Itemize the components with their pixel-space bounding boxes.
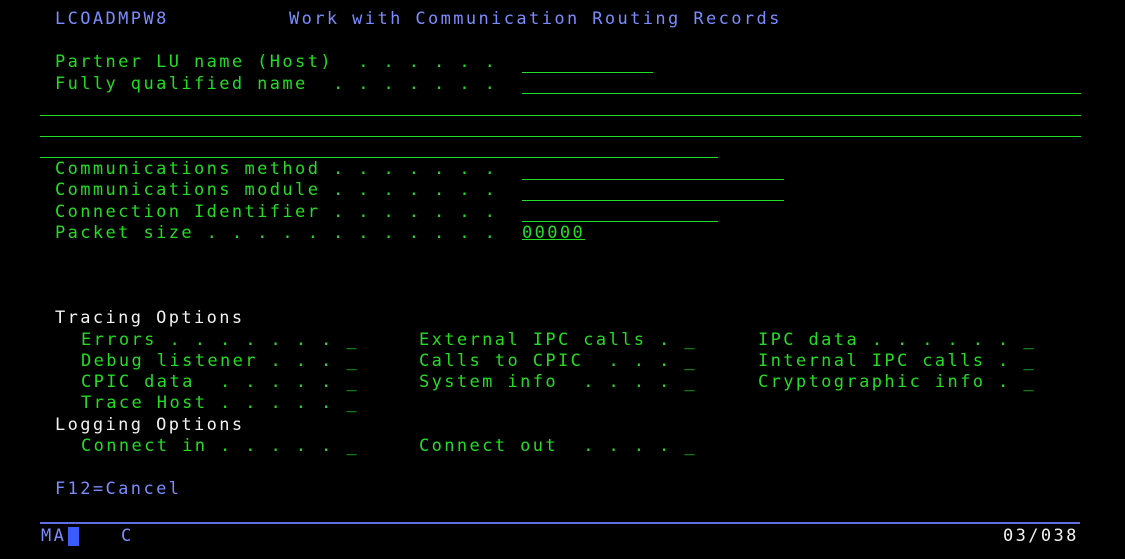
trace-crypto-info-option[interactable]: Cryptographic info . _ [758, 372, 1036, 393]
connection-id-underline [522, 221, 718, 222]
cursor-position: 03/038 [1003, 526, 1079, 546]
log-connect-out-option[interactable]: Connect out . . . . _ [419, 436, 697, 457]
partner-lu-label: Partner LU name (Host) . . . . . . [55, 52, 498, 72]
trace-host-option[interactable]: Trace Host . . . . . _ [81, 393, 359, 414]
trace-system-info-option[interactable]: System info . . . . _ [419, 372, 697, 393]
packet-size-input[interactable]: 00000 [522, 223, 585, 244]
connection-id-label: Connection Identifier . . . . . . . [55, 202, 498, 222]
status-mode: MA [41, 526, 67, 546]
partner-lu-input[interactable] [522, 52, 653, 73]
trace-debug-listener-option[interactable]: Debug listener . . . _ [81, 351, 359, 372]
comm-method-input[interactable] [522, 159, 784, 180]
fully-qualified-underline-2 [40, 115, 1081, 116]
trace-internal-ipc-option[interactable]: Internal IPC calls . _ [758, 351, 1036, 372]
tracing-options-heading: Tracing Options [55, 308, 245, 328]
fully-qualified-underline-3 [40, 136, 1081, 137]
fully-qualified-underline-4 [40, 157, 718, 158]
connection-id-input[interactable] [522, 202, 718, 223]
trace-ipc-data-option[interactable]: IPC data . . . . . . _ [758, 330, 1036, 351]
comm-module-underline [522, 200, 784, 201]
logging-options-heading: Logging Options [55, 415, 245, 435]
fully-qualified-input[interactable] [40, 74, 1081, 158]
trace-cpic-data-option[interactable]: CPIC data . . . . . _ [81, 372, 359, 393]
log-connect-in-option[interactable]: Connect in . . . . . _ [81, 436, 359, 457]
comm-method-label: Communications method . . . . . . . [55, 159, 498, 179]
trace-errors-option[interactable]: Errors . . . . . . . _ [81, 330, 359, 351]
terminal-screen: { "header": { "program": "LCOADMPW8", "t… [0, 0, 1125, 559]
trace-calls-to-cpic-option[interactable]: Calls to CPIC . . . _ [419, 351, 697, 372]
status-divider [40, 522, 1080, 524]
keyboard-cursor [68, 527, 79, 546]
partner-lu-underline [522, 72, 653, 73]
program-name: LCOADMPW8 [55, 9, 169, 29]
f12-cancel-key[interactable]: F12=Cancel [55, 479, 181, 500]
trace-external-ipc-option[interactable]: External IPC calls . _ [419, 330, 697, 351]
comm-module-input[interactable] [522, 180, 784, 201]
fully-qualified-underline-1 [522, 93, 1081, 94]
comm-module-label: Communications module . . . . . . . [55, 180, 498, 200]
packet-size-label: Packet size . . . . . . . . . . . . [55, 223, 498, 243]
status-indicator: C [121, 526, 134, 546]
screen-title: Work with Communication Routing Records [289, 9, 782, 29]
